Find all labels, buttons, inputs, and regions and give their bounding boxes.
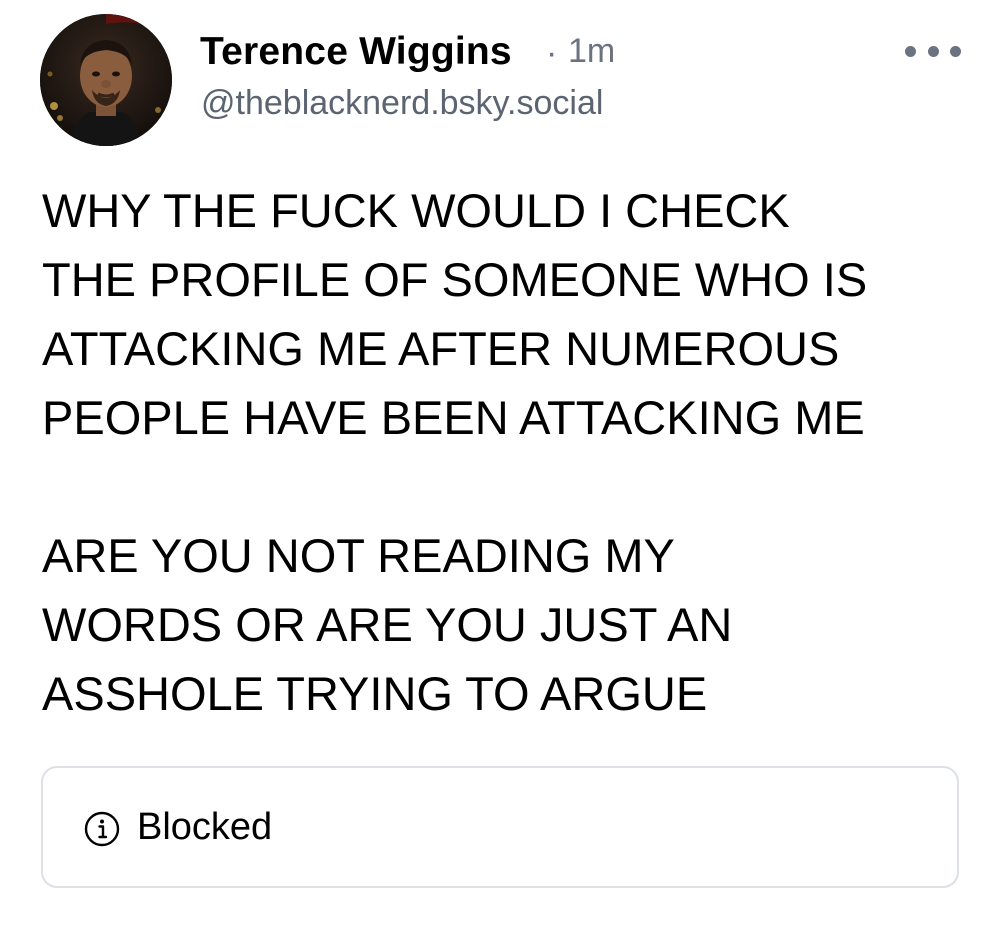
blocked-embed[interactable]: Blocked [41,766,959,888]
author-display-name[interactable]: Terence Wiggins [200,30,512,74]
post-paragraph: ARE YOU NOT READING MY WORDS OR ARE YOU … [42,529,733,720]
post-body: WHY THE FUCK WOULD I CHECK THE PROFILE O… [42,176,982,728]
info-icon [84,811,120,847]
post-paragraph: WHY THE FUCK WOULD I CHECK THE PROFILE O… [42,184,868,444]
more-horizontal-icon [950,45,961,57]
meta-separator: · [546,34,558,72]
post-timestamp[interactable]: 1m [568,32,615,71]
blocked-label: Blocked [137,806,273,848]
more-horizontal-icon [927,45,939,57]
avatar-photo [40,14,172,146]
more-options-button[interactable] [905,38,961,64]
more-horizontal-icon [905,45,916,57]
avatar[interactable] [40,14,172,146]
post: Terence Wiggins · 1m @theblacknerd.bsky.… [0,0,1000,925]
author-handle[interactable]: @theblacknerd.bsky.social [201,84,603,123]
